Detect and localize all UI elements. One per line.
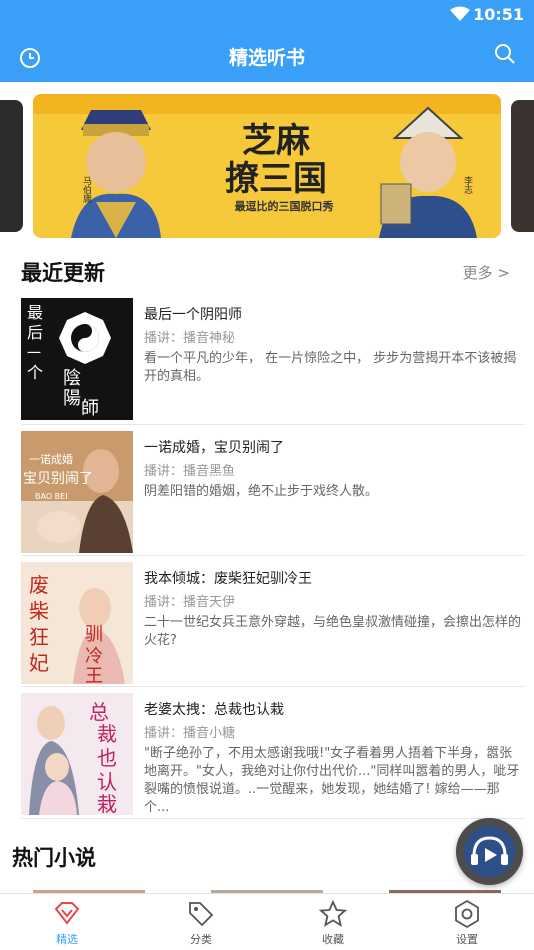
- book-cover: 废 柴 狂 妃 驯 冷 王: [21, 562, 133, 684]
- banner-character-right: [379, 106, 477, 238]
- svg-text:废: 废: [29, 573, 49, 597]
- svg-text:狂: 狂: [29, 625, 49, 649]
- banner-title-line2: 撩三国: [225, 159, 327, 199]
- search-icon[interactable]: [494, 43, 516, 65]
- svg-text:陽: 陽: [63, 388, 81, 409]
- tag-icon: [189, 902, 214, 927]
- tab-label: 分类: [190, 933, 212, 946]
- section-title-hot: 热门小说: [12, 846, 96, 870]
- book-description: 看一个平凡的少年， 在一片惊险之中， 步步为营揭开本不该被揭开的真相。: [144, 351, 517, 384]
- status-time: 10:51: [473, 5, 524, 24]
- book-description: "断子绝孙了，不用太感谢我哦!"女子看着男人捂着下半身，嚣张地离开。"女人，我绝…: [144, 746, 520, 815]
- banner-slide[interactable]: 马伯庸 芝麻 撩三国 最逗比的三国脱口秀 李志: [33, 94, 501, 238]
- banner-character-left: [71, 110, 161, 238]
- diamond-icon: [54, 902, 80, 925]
- svg-text:一: 一: [27, 346, 41, 362]
- player-button[interactable]: [456, 818, 523, 885]
- wifi-icon: [450, 6, 470, 21]
- cover-art-3: 废 柴 狂 妃 驯 冷 王: [21, 562, 133, 684]
- list-item[interactable]: 一诺成婚 宝贝别闹了 BAO BEI 一诺成婚，宝贝别闹了 播讲：播音黑鱼 阴差…: [21, 425, 525, 556]
- book-narrator: 播讲：播音小糖: [144, 726, 236, 741]
- book-cover: 最 后 一 个 陰 陽 師: [21, 298, 133, 420]
- book-title: 我本倾城：废柴狂妃驯冷王: [144, 571, 312, 587]
- book-title: 一诺成婚，宝贝别闹了: [144, 440, 284, 456]
- banner-title: 芝麻 撩三国: [201, 122, 351, 198]
- more-link[interactable]: 更多 >: [463, 262, 510, 283]
- gear-icon: [455, 899, 479, 929]
- banner-subtitle: 最逗比的三国脱口秀: [234, 200, 334, 213]
- svg-text:王: 王: [85, 666, 103, 684]
- svg-text:師: 師: [81, 398, 99, 419]
- tab-label: 精选: [56, 933, 78, 946]
- svg-text:最: 最: [27, 303, 43, 322]
- bottom-tab-bar: 精选 分类 收藏 设置: [0, 893, 534, 949]
- book-title: 最后一个阴阳师: [144, 307, 242, 323]
- list-item[interactable]: 总 裁 也 认 栽 老婆太拽：总裁也认栽 播讲：播音小糖 "断子绝孙了，不用太感…: [21, 687, 525, 819]
- svg-text:冷: 冷: [85, 646, 103, 667]
- banner-next-slide[interactable]: [511, 100, 534, 232]
- tab-label: 设置: [456, 933, 478, 946]
- svg-text:宝贝别闹了: 宝贝别闹了: [23, 471, 93, 487]
- tab-category[interactable]: 分类: [134, 894, 268, 950]
- svg-text:个: 个: [27, 363, 43, 382]
- book-cover: 总 裁 也 认 栽: [21, 693, 133, 815]
- banner-name-left: 马伯庸: [81, 176, 91, 203]
- svg-text:总: 总: [89, 700, 109, 724]
- svg-text:柴: 柴: [29, 599, 49, 623]
- svg-text:BAO BEI: BAO BEI: [35, 492, 68, 501]
- headphone-play-icon: [471, 836, 508, 865]
- tab-label: 收藏: [322, 933, 344, 946]
- book-title: 老婆太拽：总裁也认栽: [144, 702, 284, 718]
- cover-art-2: 一诺成婚 宝贝别闹了 BAO BEI: [21, 431, 133, 553]
- svg-text:也: 也: [97, 746, 117, 770]
- svg-text:认: 认: [97, 770, 117, 794]
- list-item[interactable]: 最 后 一 个 陰 陽 師 最后一个阴阳师 播讲：播音神秘 看一个平凡的少年， …: [21, 292, 525, 425]
- svg-text:一诺成婚: 一诺成婚: [29, 452, 73, 466]
- svg-text:裁: 裁: [97, 722, 117, 746]
- list-item[interactable]: 废 柴 狂 妃 驯 冷 王 我本倾城：废柴狂妃驯冷王 播讲：播音天伊 二十一世纪…: [21, 556, 525, 687]
- section-title-recent: 最近更新: [21, 261, 105, 285]
- book-narrator: 播讲：播音黑鱼: [144, 464, 236, 479]
- banner-prev-slide[interactable]: [0, 100, 23, 232]
- page-title: 精选听书: [228, 47, 305, 69]
- book-description: 阴差阳错的婚姻，绝不止步于戏终人散。: [144, 484, 379, 499]
- book-narrator: 播讲：播音神秘: [144, 331, 236, 346]
- book-narrator: 播讲：播音天伊: [144, 595, 236, 610]
- tab-settings[interactable]: 设置: [400, 894, 534, 950]
- cover-art-4: 总 裁 也 认 栽: [21, 693, 133, 815]
- svg-text:驯: 驯: [85, 624, 103, 645]
- app-header: 精选听书: [0, 30, 534, 82]
- star-icon: [318, 899, 348, 927]
- player-button-inner: [464, 826, 515, 877]
- tab-featured[interactable]: 精选: [0, 894, 134, 950]
- book-description: 二十一世纪女兵王意外穿越，与绝色皇叔激情碰撞，会擦出怎样的火花?: [144, 615, 522, 648]
- banner-name-right: 李志: [462, 176, 472, 194]
- svg-text:后: 后: [27, 323, 43, 342]
- cover-art-1: 最 后 一 个 陰 陽 師: [21, 298, 133, 420]
- banner-title-line1: 芝麻: [242, 121, 310, 161]
- banner-carousel[interactable]: 马伯庸 芝麻 撩三国 最逗比的三国脱口秀 李志: [0, 82, 534, 252]
- svg-text:妃: 妃: [29, 651, 49, 675]
- svg-text:栽: 栽: [97, 792, 117, 815]
- tab-favorites[interactable]: 收藏: [266, 894, 400, 950]
- status-bar: 10:51: [0, 0, 534, 30]
- svg-text:陰: 陰: [63, 368, 81, 389]
- book-cover: 一诺成婚 宝贝别闹了 BAO BEI: [21, 431, 133, 553]
